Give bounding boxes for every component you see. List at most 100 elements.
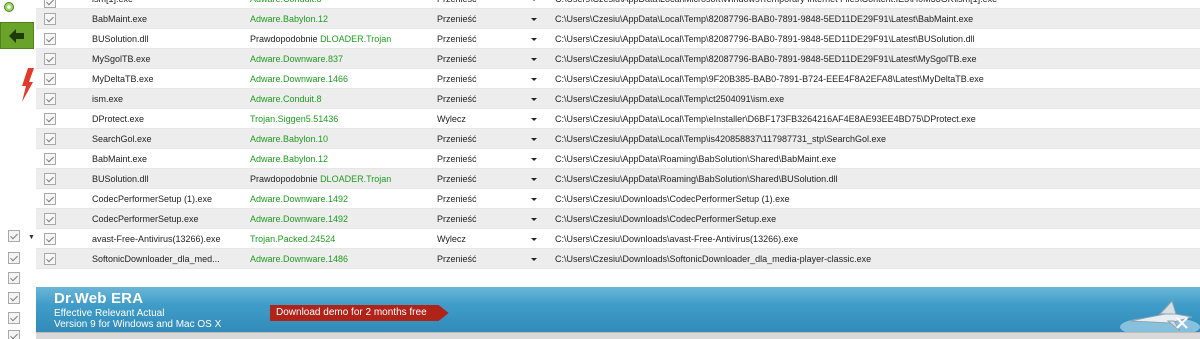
file-name: MyDeltaTB.exe — [92, 74, 154, 84]
file-path: C:\Users\Czesiu\AppData\Local\Temp\82087… — [555, 14, 974, 24]
threat-name: Adware.Downware.1492 — [250, 194, 348, 205]
row-checkbox[interactable] — [44, 133, 56, 145]
table-row[interactable]: DProtect.exe Trojan.Siggen5.51436 Wylecz C:… — [36, 109, 1200, 129]
table-row[interactable]: ism.exe Adware.Conduit.8 Przenieść C:\Users… — [36, 89, 1200, 109]
row-checkbox[interactable] — [44, 173, 56, 185]
row-checkbox[interactable] — [44, 93, 56, 105]
threat-name: Prawdopodobnie DLOADER.Trojan — [250, 34, 391, 45]
action-label[interactable]: Przenieść — [437, 94, 477, 105]
row-checkbox[interactable] — [44, 193, 56, 205]
table-row[interactable]: MyDeltaTB.exe Adware.Downware.1466 Przenie… — [36, 69, 1200, 89]
threat-label: Adware.Babylon.12 — [250, 14, 329, 24]
filter-checkbox[interactable] — [8, 330, 20, 339]
threat-label: Adware.Downware.1492 — [250, 214, 349, 224]
file-path: C:\Users\Czesiu\Downloads\avast-Free-Ant… — [555, 234, 799, 244]
banner-subtitle: Effective Relevant Actual — [54, 308, 165, 319]
row-checkbox[interactable] — [44, 253, 56, 265]
threat-label: Adware.Babylon.10 — [250, 134, 329, 144]
table-row[interactable]: MySgolTB.exe Adware.Downware.837 Przenieść… — [36, 49, 1200, 69]
filter-checkbox[interactable] — [8, 272, 20, 284]
file-name: DProtect.exe — [92, 114, 145, 124]
action-label[interactable]: Przenieść — [437, 214, 477, 225]
threat-name: Adware.Conduit.8 — [250, 94, 322, 105]
threat-name: Adware.Babylon.12 — [250, 14, 328, 25]
file-name: CodecPerformerSetup (1).exe — [92, 194, 213, 204]
threat-name: Adware.Conduit.8 — [250, 0, 322, 5]
action-label[interactable]: Przenieść — [437, 194, 477, 205]
action-label[interactable]: Przenieść — [437, 74, 477, 85]
table-row[interactable]: ism[1].exe Adware.Conduit.8 Przenieść C:\Us… — [36, 0, 1200, 9]
filter-checkbox[interactable] — [8, 252, 20, 264]
row-checkbox[interactable] — [44, 73, 56, 85]
filter-checkbox[interactable] — [8, 230, 20, 242]
scanner-icon — [4, 2, 14, 12]
row-checkbox[interactable] — [44, 33, 56, 45]
threat-name: Adware.Downware.1486 — [250, 254, 348, 265]
action-label[interactable]: Przenieść — [437, 254, 477, 265]
threat-label: DLOADER.Trojan — [320, 34, 392, 44]
table-row[interactable]: BUSolution.dll Prawdopodobnie DLOADER.Tro… — [36, 29, 1200, 49]
threat-label: DLOADER.Trojan — [320, 174, 392, 184]
row-checkbox[interactable] — [44, 113, 56, 125]
file-path: C:\Users\Czesiu\AppData\Local\Temp\82087… — [555, 54, 977, 64]
filter-checkbox[interactable] — [8, 312, 20, 324]
table-row[interactable]: BUSolution.dll Prawdopodobnie DLOADER.Tro… — [36, 169, 1200, 189]
threat-label: Adware.Babylon.12 — [250, 154, 329, 164]
threat-prefix: Prawdopodobnie — [250, 174, 321, 184]
action-label[interactable]: Przenieść — [437, 174, 477, 185]
file-path: C:\Users\Czesiu\AppData\Local\Temp\is420… — [555, 134, 887, 144]
action-label[interactable]: Przenieść — [437, 134, 477, 145]
file-name: avast-Free-Antivirus(13266).exe — [92, 234, 221, 244]
table-row[interactable]: BabMaint.exe Adware.Babylon.12 Przenieść C:… — [36, 149, 1200, 169]
threat-prefix: Prawdopodobnie — [250, 34, 321, 44]
file-path: C:\Users\Czesiu\AppData\Local\Microsoft\… — [555, 0, 997, 5]
close-icon[interactable] — [1176, 317, 1188, 329]
action-label[interactable]: Wylecz — [437, 234, 466, 245]
filter-dropdown-arrow-icon[interactable]: ▼ — [28, 234, 35, 241]
row-checkbox[interactable] — [44, 13, 56, 25]
table-row[interactable]: BabMaint.exe Adware.Babylon.12 Przenieść C:… — [36, 9, 1200, 29]
action-label[interactable]: Przenieść — [437, 54, 477, 65]
lightning-icon — [22, 68, 34, 102]
file-name: SearchGol.exe — [92, 134, 152, 144]
action-label[interactable]: Przenieść — [437, 34, 477, 45]
file-path: C:\Users\Czesiu\AppData\Local\Temp\eInst… — [555, 114, 976, 124]
status-strip — [36, 332, 1200, 339]
download-demo-button[interactable]: Download demo for 2 months free — [270, 305, 449, 321]
threat-label: Trojan.Packed.24524 — [250, 234, 336, 244]
file-name: BUSolution.dll — [92, 174, 149, 184]
table-row[interactable]: SoftonicDownloader_dla_med... Adware.Down… — [36, 249, 1200, 269]
file-name: MySgolTB.exe — [92, 54, 151, 64]
row-checkbox[interactable] — [44, 153, 56, 165]
table-row[interactable]: CodecPerformerSetup (1).exe Adware.Downwa… — [36, 189, 1200, 209]
back-arrow-icon — [9, 28, 24, 43]
action-label[interactable]: Przenieść — [437, 154, 477, 165]
file-path: C:\Users\Czesiu\Downloads\CodecPerformer… — [555, 214, 777, 224]
row-checkbox[interactable] — [44, 0, 56, 8]
action-label[interactable]: Wylecz — [437, 114, 466, 125]
row-checkbox[interactable] — [44, 233, 56, 245]
threat-label: Adware.Conduit.8 — [250, 94, 322, 104]
table-row[interactable]: CodecPerformerSetup.exe Adware.Downware.1… — [36, 209, 1200, 229]
row-checkbox[interactable] — [44, 53, 56, 65]
threat-label: Adware.Downware.1492 — [250, 194, 349, 204]
file-path: C:\Users\Czesiu\AppData\Roaming\BabSolut… — [555, 174, 838, 184]
table-row[interactable]: avast-Free-Antivirus(13266).exe Trojan.Pa… — [36, 229, 1200, 249]
table-row[interactable]: SearchGol.exe Adware.Babylon.10 Przenieść C… — [36, 129, 1200, 149]
filter-checkbox[interactable] — [8, 292, 20, 304]
file-name: ism[1].exe — [92, 0, 133, 5]
back-button[interactable] — [0, 22, 34, 49]
threat-label: Adware.Downware.1466 — [250, 74, 349, 84]
threat-name: Adware.Downware.837 — [250, 54, 343, 65]
action-label[interactable]: Przenieść — [437, 0, 477, 5]
file-name: BabMaint.exe — [92, 154, 148, 164]
row-checkbox[interactable] — [44, 213, 56, 225]
file-path: C:\Users\Czesiu\AppData\Roaming\BabSolut… — [555, 154, 837, 164]
action-label[interactable]: Przenieść — [437, 14, 477, 25]
file-name: BabMaint.exe — [92, 14, 148, 24]
banner-version-text: Version 9 for Windows and Mac OS X — [54, 319, 222, 330]
file-path: C:\Users\Czesiu\AppData\Local\Temp\ct250… — [555, 94, 785, 104]
file-path: C:\Users\Czesiu\Downloads\SoftonicDownlo… — [555, 254, 872, 264]
threat-name: Trojan.Siggen5.51436 — [250, 114, 338, 125]
threat-name: Adware.Babylon.10 — [250, 134, 328, 145]
